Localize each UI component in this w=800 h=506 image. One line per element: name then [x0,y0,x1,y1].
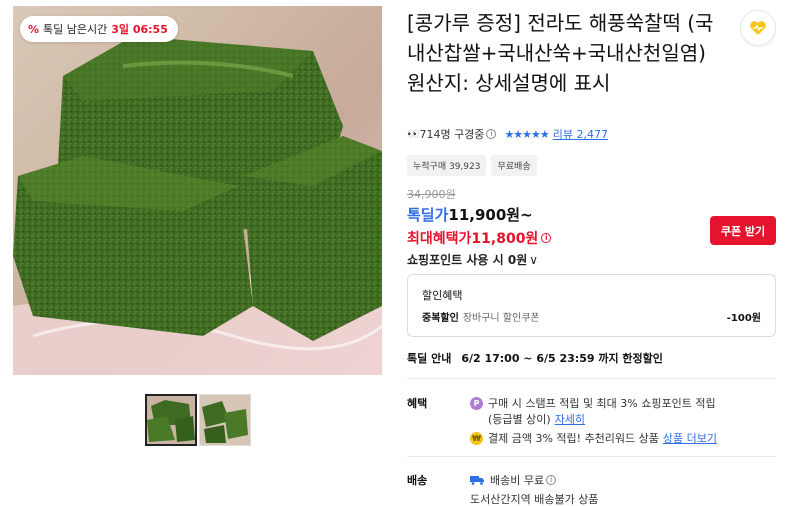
rice-cake-photo [13,6,382,375]
chevron-down-icon: ∨ [529,253,539,267]
max-benefit-price: 최대혜택가 11,800원 i [407,228,552,248]
points-p-icon: P [470,396,483,410]
benefit-stamp-sub: (등급별 상이) 자세히 [488,411,585,427]
rating-stars-icon: ★★★★★ [504,127,549,141]
details-link[interactable]: 자세히 [555,413,585,426]
benefit-stamp-text: 구매 시 스탬프 적립 및 최대 3% 쇼핑포인트 적립 [488,397,716,410]
deal-price-value: 11,900원~ [448,206,533,224]
discount-row-label: 중복할인 [422,313,459,324]
info-icon[interactable]: i [546,475,557,485]
product-meta-row: 👀 714명 구경중 i ★★★★★ 리뷰 2,477 [407,126,608,142]
get-coupon-button[interactable]: 쿠폰 받기 [710,216,776,245]
thumbnail-image [200,395,250,445]
deal-timer-time: 3일 06:55 [111,23,168,36]
eyes-icon: 👀 [407,128,420,140]
tag-total-purchases: 누적구매 39,923 [407,155,487,176]
percent-icon: % [28,22,40,36]
heart-icon [750,21,766,35]
thumbnail-2[interactable] [199,394,251,446]
deal-info: 톡딜 안내 6/2 17:00 ~ 6/5 23:59 까지 한정할인 [407,350,663,366]
discount-row-desc: 장바구니 할인쿠폰 [462,313,540,324]
review-count-link[interactable]: 리뷰 2,477 [553,126,608,142]
benefit-stamp-line: P 구매 시 스탬프 적립 및 최대 3% 쇼핑포인트 적립 [470,395,716,411]
main-product-image[interactable] [13,6,382,375]
benefit-reward-line: ₩ 결제 금액 3% 적립! 추천리워드 상품 상품 더보기 [470,430,717,446]
deal-timer-badge: % 톡딜 남은시간 3일 06:55 [20,16,178,42]
info-icon[interactable]: i [486,129,497,139]
deal-timer-label: 톡딜 남은시간 [43,23,108,36]
tag-free-shipping: 무료배송 [491,155,537,176]
discount-row: 중복할인 장바구니 할인쿠폰 -100원 [422,309,761,324]
benefit-grade-note: (등급별 상이) [488,413,551,426]
shipping-label: 배송 [407,474,428,487]
truck-icon [470,475,485,485]
shipping-fee-line: 배송비 무료 i [470,472,557,488]
deal-price-label: 톡딜가 [407,206,449,224]
product-tags: 누적구매 39,923 무료배송 [407,155,537,176]
thumbnail-image [147,396,195,444]
product-title: [콩가루 증정] 전라도 해풍쑥찰떡 (국내산찹쌀+국내산쑥+국내산천일염) 원… [407,11,714,95]
shipping-note: 도서산간지역 배송불가 상품 [470,493,599,506]
coin-icon: ₩ [470,431,483,445]
original-price: 34,900원 [407,188,456,201]
benefits-label: 혜택 [407,397,428,410]
more-products-link[interactable]: 상품 더보기 [663,430,717,446]
discount-box-title: 할인혜택 [422,289,463,302]
max-benefit-value: 11,800원 [471,231,539,247]
deal-info-period: 6/2 17:00 ~ 6/5 23:59 까지 한정할인 [461,352,663,365]
shipping-fee-text: 배송비 무료 [490,474,545,487]
benefit-reward-text: 결제 금액 3% 적립! 추천리워드 상품 [488,432,659,445]
shopping-points-text: 쇼핑포인트 사용 시 0원 [407,253,528,267]
favorite-button[interactable] [740,10,776,46]
discount-benefit-box: 할인혜택 중복할인 장바구니 할인쿠폰 -100원 [407,274,776,337]
deal-price: 톡딜가11,900원~ [407,204,533,225]
max-benefit-label: 최대혜택가 [407,231,472,247]
divider [407,456,776,457]
deal-info-label: 톡딜 안내 [407,352,452,365]
info-icon[interactable]: i [541,233,552,243]
thumbnail-1[interactable] [145,394,197,446]
viewer-count: 714명 구경중 [419,128,485,141]
divider [407,378,776,379]
shopping-points-toggle[interactable]: 쇼핑포인트 사용 시 0원 ∨ [407,251,538,268]
discount-row-amount: -100원 [726,313,761,324]
